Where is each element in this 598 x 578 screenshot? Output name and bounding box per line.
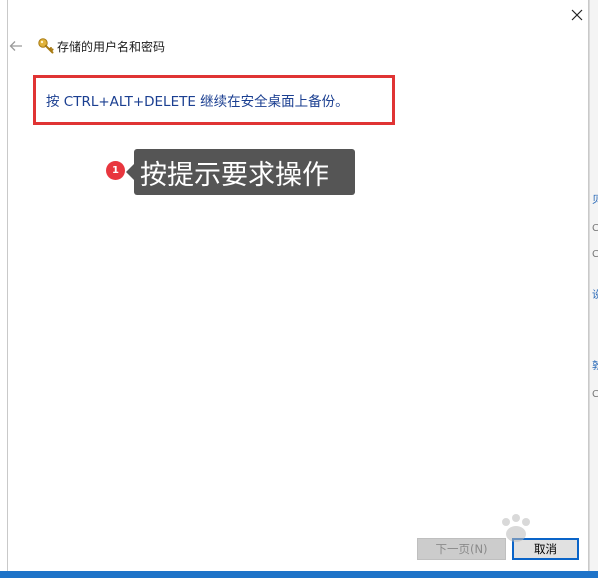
dialog-header: 存储的用户名和密码 — [8, 36, 165, 56]
back-button[interactable] — [8, 38, 24, 54]
annotation-tooltip: 按提示要求操作 — [126, 149, 355, 195]
left-edge — [0, 0, 7, 571]
instruction-highlight: 按 CTRL+ALT+DELETE 继续在安全桌面上备份。 — [33, 75, 395, 125]
background-window-strip: 贝 C C 设 敦 C — [589, 0, 598, 571]
background-char: 敦 — [592, 361, 598, 372]
close-button[interactable] — [565, 3, 589, 27]
close-icon — [571, 9, 583, 21]
arrow-left-icon — [9, 41, 22, 51]
background-char: C — [592, 249, 598, 260]
step-badge: 1 — [106, 161, 125, 180]
background-char: 贝 — [592, 195, 598, 206]
instruction-text: 按 CTRL+ALT+DELETE 继续在安全桌面上备份。 — [46, 94, 349, 110]
background-char: C — [592, 389, 598, 400]
key-icon — [38, 38, 54, 54]
taskbar-edge — [0, 571, 598, 578]
dialog-title: 存储的用户名和密码 — [57, 39, 166, 54]
background-char: 设 — [592, 290, 598, 301]
background-char: C — [592, 223, 598, 234]
watermark-logo — [502, 514, 530, 542]
